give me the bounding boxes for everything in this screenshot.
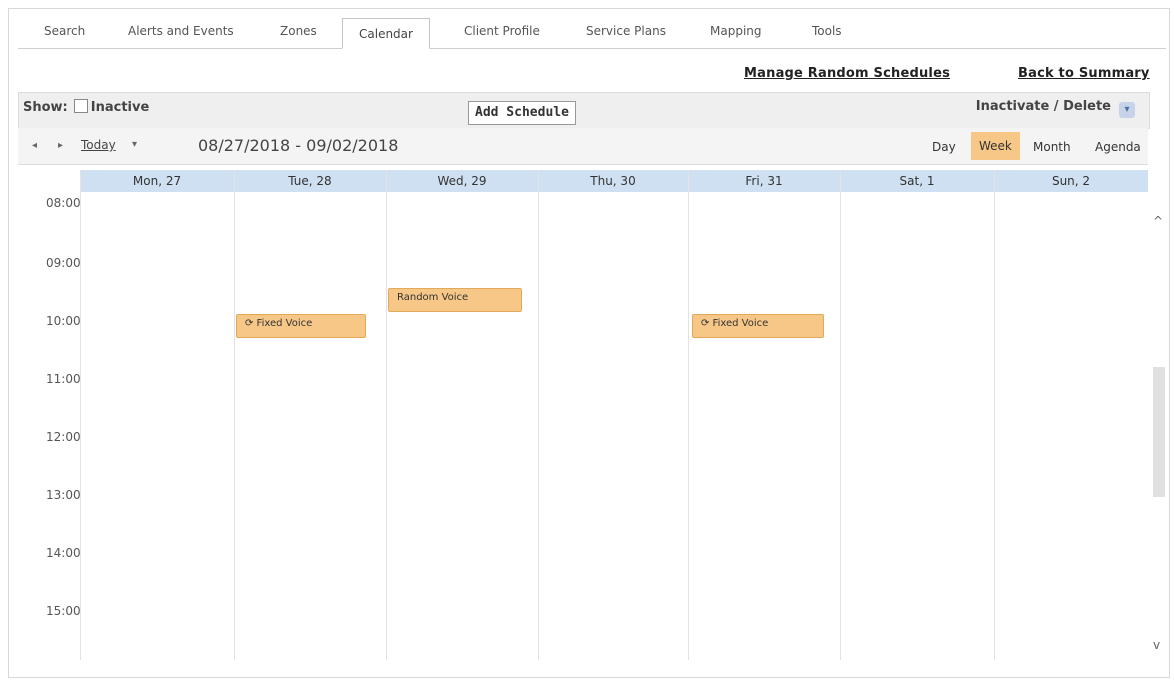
column-divider [234, 170, 235, 660]
tab-tools[interactable]: Tools [812, 24, 842, 38]
prev-arrow-icon[interactable]: ◂ [32, 140, 37, 151]
calendar-navbar: ◂ ▸ Today ▾ 08/27/2018 - 09/02/2018 Day … [18, 128, 1148, 165]
inactivate-delete-select[interactable]: Inactivate / Delete [976, 99, 1111, 114]
time-label-1000: 10:00 [46, 314, 81, 328]
tab-search[interactable]: Search [44, 24, 85, 38]
dropdown-icon[interactable]: ▾ [1119, 102, 1135, 118]
day-header-sun: Sun, 2 [1051, 174, 1091, 188]
tab-zones[interactable]: Zones [280, 24, 317, 38]
toolbar: Show: Inactive Add Schedule Inactivate / … [18, 92, 1150, 129]
time-label-1100: 11:00 [46, 372, 81, 386]
day-header-fri: Fri, 31 [745, 174, 783, 188]
column-divider [538, 170, 539, 660]
week-grid: Mon, 27 Tue, 28 Wed, 29 Thu, 30 Fri, 31 … [18, 166, 1148, 660]
date-range: 08/27/2018 - 09/02/2018 [198, 136, 399, 155]
time-label-1200: 12:00 [46, 430, 81, 444]
time-label-1500: 15:00 [46, 604, 81, 618]
tab-calendar[interactable]: Calendar [342, 18, 430, 49]
scroll-down-icon[interactable]: v [1153, 638, 1160, 652]
day-header-wed: Wed, 29 [437, 174, 487, 188]
tab-alerts-and-events[interactable]: Alerts and Events [128, 24, 234, 38]
day-header-tue: Tue, 28 [288, 174, 332, 188]
time-label-0900: 09:00 [46, 256, 81, 270]
time-label-1300: 13:00 [46, 488, 81, 502]
inactive-label: Inactive [90, 100, 150, 115]
vertical-scrollbar[interactable]: ^ v [1150, 200, 1168, 662]
scroll-up-icon[interactable]: ^ [1153, 214, 1163, 228]
time-label-1400: 14:00 [46, 546, 81, 560]
day-header-thu: Thu, 30 [590, 174, 636, 188]
column-divider [994, 170, 995, 660]
view-day-button[interactable]: Day [932, 140, 956, 154]
today-button[interactable]: Today [81, 138, 116, 152]
view-month-button[interactable]: Month [1033, 140, 1071, 154]
column-divider [386, 170, 387, 660]
manage-random-schedules-link[interactable]: Manage Random Schedules [744, 66, 950, 81]
time-label-0800: 08:00 [46, 196, 81, 210]
tab-mapping[interactable]: Mapping [710, 24, 762, 38]
column-divider [840, 170, 841, 660]
day-header-row: Mon, 27 Tue, 28 Wed, 29 Thu, 30 Fri, 31 … [80, 170, 1148, 192]
inactive-checkbox[interactable] [73, 99, 88, 113]
event-fixed-voice-fri[interactable]: ⟳ Fixed Voice [692, 314, 824, 338]
tab-client-profile[interactable]: Client Profile [464, 24, 540, 38]
event-random-voice-wed[interactable]: Random Voice [388, 288, 522, 312]
scroll-thumb[interactable] [1153, 367, 1165, 497]
next-arrow-icon[interactable]: ▸ [58, 140, 63, 151]
event-fixed-voice-tue[interactable]: ⟳ Fixed Voice [236, 314, 366, 338]
view-agenda-button[interactable]: Agenda [1095, 140, 1141, 154]
column-divider [80, 170, 81, 660]
tab-service-plans[interactable]: Service Plans [586, 24, 666, 38]
back-to-summary-link[interactable]: Back to Summary [1018, 66, 1150, 81]
column-divider [688, 170, 689, 660]
show-label: Show: [23, 100, 68, 115]
view-week-button[interactable]: Week [971, 132, 1020, 160]
add-schedule-button[interactable]: Add Schedule [468, 101, 576, 125]
date-picker-caret-icon[interactable]: ▾ [132, 139, 137, 150]
day-header-sat: Sat, 1 [899, 174, 935, 188]
show-filter: Show: Inactive [23, 99, 149, 115]
day-header-mon: Mon, 27 [132, 174, 182, 188]
tab-bar: Search Alerts and Events Zones Calendar … [18, 18, 1166, 49]
